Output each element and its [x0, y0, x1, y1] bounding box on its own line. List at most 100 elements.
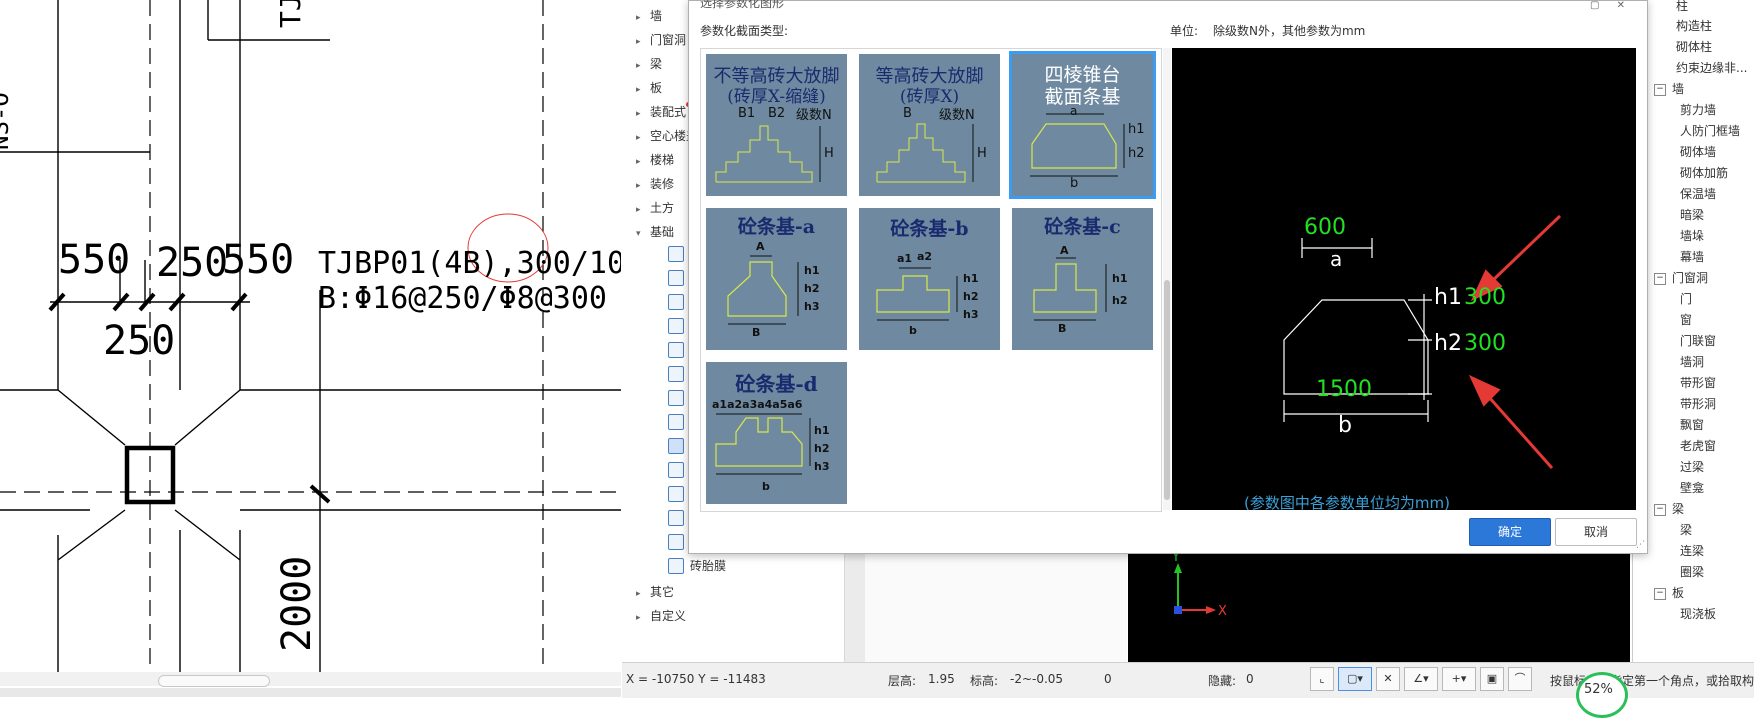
- arc-icon[interactable]: ⌒: [1508, 667, 1532, 691]
- section-cell-concrete-strip-d[interactable]: 砼条基-d a1a2a3a4a5a6 h1 h2 h3 b: [706, 362, 847, 504]
- foundation-sub-icon-strip-selected[interactable]: [668, 438, 684, 454]
- prop-item-civil-defense-wall[interactable]: 人防门框墙: [1680, 121, 1740, 141]
- prop-item-masonry-wall[interactable]: 砌体墙: [1680, 142, 1716, 162]
- prop-item-strip-window[interactable]: 带形窗: [1680, 373, 1716, 393]
- foundation-sub-icon-11[interactable]: [668, 486, 684, 502]
- section-cell-unequal-brick-footing[interactable]: 不等高砖大放脚 (砖厚X-缩缝) B1 B2 级数N H: [706, 54, 847, 196]
- prop-group-openings[interactable]: − 门窗洞: [1654, 268, 1708, 288]
- panel-scroll-track: [845, 545, 865, 662]
- cancel-button[interactable]: 取消: [1555, 518, 1637, 546]
- prop-item-cast-slab[interactable]: 现浇板: [1680, 604, 1716, 624]
- tree-item-beam[interactable]: ▸ 梁: [636, 54, 662, 74]
- section-type-label: 参数化截面类型:: [700, 24, 789, 38]
- section-cell-concrete-strip-c[interactable]: 砼条基-c A h1 h2 B: [1012, 208, 1153, 350]
- 3d-view-canvas[interactable]: Y X: [1128, 545, 1630, 662]
- prop-item-masonry-column[interactable]: 砌体柱: [1676, 37, 1712, 57]
- foundation-sub-icon-4[interactable]: [668, 318, 684, 334]
- prop-item-bay-window[interactable]: 飘窗: [1680, 415, 1704, 435]
- progress-percent: 52%: [1584, 682, 1613, 697]
- select-box-icon[interactable]: ▢▾: [1338, 667, 1372, 691]
- foundation-sub-icon-2[interactable]: [668, 270, 684, 286]
- prop-item-curtain-wall[interactable]: 幕墙: [1680, 247, 1704, 267]
- layer-icon[interactable]: ▣: [1480, 667, 1504, 691]
- section-cell-concrete-strip-a[interactable]: 砼条基-a A h1 h2 h3 B: [706, 208, 847, 350]
- cad-bottom-bar: [0, 688, 621, 697]
- section-cell-equal-brick-footing[interactable]: 等高砖大放脚 (砖厚X) B 级数N H: [859, 54, 1000, 196]
- prop-item-hidden-beam[interactable]: 暗梁: [1680, 205, 1704, 225]
- foundation-sub-icon-1[interactable]: [668, 246, 684, 262]
- section-cell-pyramid-strip[interactable]: 四棱锥台 截面条基 a h1 h2 b: [1009, 51, 1156, 199]
- foundation-sub-icon-3[interactable]: [668, 294, 684, 310]
- cell-label-b: b: [909, 324, 917, 337]
- prop-item-column[interactable]: 柱: [1676, 0, 1688, 16]
- prop-item-dormer[interactable]: 老虎窗: [1680, 436, 1716, 456]
- prop-item-lintel[interactable]: 过梁: [1680, 457, 1704, 477]
- unit-label: 单位:: [1170, 24, 1199, 38]
- prop-group-slab[interactable]: − 板: [1654, 583, 1684, 603]
- prop-item-boundary-member[interactable]: 约束边缘非...: [1676, 58, 1747, 78]
- prop-item-strip-hole[interactable]: 带形洞: [1680, 394, 1716, 414]
- prop-item-wall-pier[interactable]: 墙垛: [1680, 226, 1704, 246]
- tree-item-foundation[interactable]: ▾ 基础: [636, 222, 674, 242]
- tree-item-other[interactable]: ▸ 其它: [636, 582, 674, 602]
- foundation-sub-icon-7[interactable]: [668, 390, 684, 406]
- dialog-title: 选择参数化图形: [700, 0, 785, 10]
- cell-label-a-series: a1a2a3a4a5a6: [712, 398, 803, 411]
- tree-item-stairs[interactable]: ▸ 楼梯: [636, 150, 674, 170]
- prop-group-wall[interactable]: − 墙: [1654, 79, 1684, 99]
- tree-item-prefab[interactable]: ▸ 装配式: [636, 102, 686, 122]
- cell-title-line1: 砼条基-c: [1044, 216, 1121, 238]
- grid-scrollbar-thumb[interactable]: [1164, 280, 1170, 500]
- tree-item-decoration[interactable]: ▸ 装修: [636, 174, 674, 194]
- cell-label-b: B: [752, 326, 761, 339]
- angle-icon[interactable]: ∠▾: [1404, 667, 1438, 691]
- preview-a-value: 600: [1304, 215, 1346, 240]
- tree-item-custom[interactable]: ▸ 自定义: [636, 606, 686, 626]
- prop-item-coupling-beam[interactable]: 连梁: [1680, 541, 1704, 561]
- cell-label-h3: h3: [963, 308, 979, 321]
- cad-dim-2000: 2000: [274, 556, 320, 652]
- foundation-sub-icon-13[interactable]: [668, 534, 684, 550]
- prop-item-constructional-column[interactable]: 构造柱: [1676, 16, 1712, 36]
- foundation-sub-icon-5[interactable]: [668, 342, 684, 358]
- brick-mold-icon[interactable]: [668, 558, 684, 574]
- prop-item-door[interactable]: 门: [1680, 289, 1692, 309]
- cad-top-label: TJ B:: [274, 0, 307, 28]
- dialog-window-buttons[interactable]: ▢ ✕: [1590, 0, 1625, 11]
- ok-button[interactable]: 确定: [1469, 518, 1551, 546]
- prop-item-insulation-wall[interactable]: 保温墙: [1680, 184, 1716, 204]
- axis-gizmo: Y X: [1171, 550, 1227, 619]
- prop-item-door-window[interactable]: 门联窗: [1680, 331, 1716, 351]
- foundation-sub-icon-12[interactable]: [668, 510, 684, 526]
- cad-horizontal-scrollbar[interactable]: [0, 672, 621, 686]
- prop-item-niche[interactable]: 壁龛: [1680, 478, 1704, 498]
- prop-group-beam[interactable]: − 梁: [1654, 499, 1684, 519]
- ortho-mode-icon[interactable]: ⌞: [1310, 667, 1334, 691]
- status-floor-height-label: 层高:: [888, 674, 917, 688]
- prop-item-wall-hole[interactable]: 墙洞: [1680, 352, 1704, 372]
- prop-item-masonry-rebar[interactable]: 砌体加筋: [1680, 163, 1728, 183]
- tree-item-brick-mold[interactable]: 砖胎膜: [690, 556, 726, 576]
- close-icon[interactable]: ✕: [1617, 0, 1625, 11]
- cad-drawing-area[interactable]: 550 250 550 250 TJBP01(4B),300/100 B:Φ16…: [0, 0, 621, 697]
- foundation-sub-icon-8[interactable]: [668, 414, 684, 430]
- cell-label-steps: 级数N: [939, 108, 975, 123]
- tree-item-wall[interactable]: ▸ 墙: [636, 6, 662, 26]
- prop-item-window[interactable]: 窗: [1680, 310, 1692, 330]
- parameter-preview[interactable]: 600 a h1 300 h2 300 1500 b (参数图中各参数单位均为m…: [1172, 48, 1636, 510]
- maximize-icon[interactable]: ▢: [1590, 0, 1599, 11]
- snap-icon[interactable]: +▾: [1442, 667, 1476, 691]
- tree-item-slab[interactable]: ▸ 板: [636, 78, 662, 98]
- section-cell-concrete-strip-b[interactable]: 砼条基-b a1 a2 h1 h2 h3 b: [859, 208, 1000, 350]
- prop-item-ring-beam[interactable]: 圈梁: [1680, 562, 1704, 582]
- prop-item-beam[interactable]: 梁: [1680, 520, 1692, 540]
- foundation-sub-icon-10[interactable]: [668, 462, 684, 478]
- tree-item-openings[interactable]: ▸ 门窗洞: [636, 30, 686, 50]
- prop-item-shear-wall[interactable]: 剪力墙: [1680, 100, 1716, 120]
- cell-label-a: a: [1070, 104, 1078, 118]
- foundation-sub-icon-6[interactable]: [668, 366, 684, 382]
- cad-scrollbar-thumb[interactable]: [158, 675, 270, 687]
- cross-select-icon[interactable]: ✕: [1376, 667, 1400, 691]
- resize-grip-icon[interactable]: ⋰: [1636, 540, 1645, 550]
- tree-item-earthwork[interactable]: ▸ 土方: [636, 198, 674, 218]
